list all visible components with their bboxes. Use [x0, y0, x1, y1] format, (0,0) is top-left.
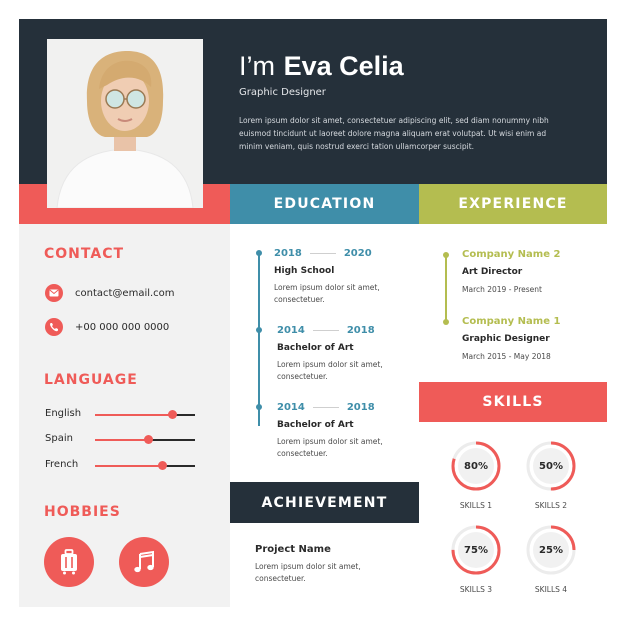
- achievement-title: Project Name: [255, 544, 331, 555]
- contact-email-row: contact@email.com: [45, 284, 175, 302]
- experience-timeline: [445, 255, 447, 323]
- language-level-knob: [167, 410, 177, 419]
- email-icon: [45, 284, 63, 302]
- profile-photo-illustration: [47, 39, 203, 208]
- full-name: Eva Celia: [283, 51, 404, 81]
- language-level-fill: [95, 465, 162, 467]
- skill-value: 75%: [464, 544, 488, 556]
- year-dash: [312, 330, 339, 331]
- education-years: 2014 2018: [277, 325, 375, 336]
- education-years: 2014 2018: [277, 402, 375, 413]
- education-start-year: 2014: [277, 402, 305, 413]
- experience-heading: EXPERIENCE: [419, 184, 607, 224]
- hobby-travel: [44, 537, 94, 587]
- hero-title: I’m Eva Celia: [239, 51, 404, 82]
- contact-heading: CONTACT: [44, 246, 125, 262]
- skill-label: SKILLS 2: [534, 501, 568, 510]
- education-dot: [256, 327, 262, 333]
- language-row: English: [45, 408, 205, 422]
- experience-company: Company Name 2: [462, 249, 561, 260]
- language-name: English: [45, 408, 82, 419]
- experience-dates: March 2015 - May 2018: [462, 352, 551, 361]
- year-dash: [309, 253, 336, 254]
- language-heading: LANGUAGE: [44, 372, 138, 388]
- job-title: Graphic Designer: [239, 87, 326, 98]
- education-degree: Bachelor of Art: [277, 420, 354, 430]
- experience-dates: March 2019 - Present: [462, 285, 542, 294]
- education-description: Lorem ipsum dolor sit amet, consectetuer…: [277, 360, 383, 381]
- education-end-year: 2018: [346, 325, 375, 336]
- language-name: French: [45, 459, 79, 470]
- music-note-icon: [134, 550, 154, 573]
- experience-dot: [443, 252, 449, 258]
- education-timeline: [258, 254, 260, 426]
- skill-gauge: 25%: [525, 524, 577, 576]
- skill-value: 80%: [464, 460, 488, 472]
- luggage-icon: [61, 549, 77, 575]
- greeting: I’m: [239, 51, 275, 81]
- resume-page: I’m Eva Celia Graphic Designer Lorem ips…: [19, 19, 607, 607]
- language-level-fill: [95, 414, 172, 416]
- phone-text: +00 000 000 0000: [75, 321, 170, 333]
- hobbies-heading: HOBBIES: [44, 504, 121, 520]
- experience-role: Graphic Designer: [462, 334, 550, 344]
- skill-label: SKILLS 1: [459, 501, 493, 510]
- education-start-year: 2014: [277, 325, 305, 336]
- email-text: contact@email.com: [75, 287, 175, 299]
- profile-photo: [47, 39, 203, 208]
- education-dot: [256, 250, 262, 256]
- language-row: Spain: [45, 433, 205, 447]
- education-start-year: 2018: [274, 248, 302, 259]
- bio-text: Lorem ipsum dolor sit amet, consectetuer…: [239, 116, 549, 151]
- achievement-heading: ACHIEVEMENT: [230, 482, 419, 523]
- skill-label: SKILLS 4: [534, 585, 568, 594]
- education-end-year: 2020: [343, 248, 372, 259]
- education-description: Lorem ipsum dolor sit amet, consectetuer…: [274, 283, 380, 304]
- skill-value: 25%: [539, 544, 563, 556]
- experience-role: Art Director: [462, 267, 523, 277]
- education-heading: EDUCATION: [230, 184, 419, 224]
- education-dot: [256, 404, 262, 410]
- achievement-desc: Lorem ipsum dolor sit amet, consectetuer…: [255, 562, 361, 583]
- year-dash: [312, 407, 339, 408]
- skill-gauge: 75%: [450, 524, 502, 576]
- language-row: French: [45, 459, 205, 473]
- education-degree: Bachelor of Art: [277, 343, 354, 353]
- language-name: Spain: [45, 433, 73, 444]
- education-years: 2018 2020: [274, 248, 372, 259]
- skill-label: SKILLS 3: [459, 585, 493, 594]
- education-degree: High School: [274, 266, 335, 276]
- education-end-year: 2018: [346, 402, 375, 413]
- skills-heading: SKILLS: [419, 382, 607, 422]
- skill-gauge: 50%: [525, 440, 577, 492]
- skill-gauge: 80%: [450, 440, 502, 492]
- contact-phone-row: +00 000 000 0000: [45, 318, 169, 336]
- experience-dot: [443, 319, 449, 325]
- experience-company: Company Name 1: [462, 316, 561, 327]
- language-level-fill: [95, 439, 148, 441]
- language-level-track: [95, 461, 195, 470]
- phone-icon: [45, 318, 63, 336]
- language-level-knob: [143, 435, 153, 444]
- language-level-track: [95, 435, 195, 444]
- skill-value: 50%: [539, 460, 563, 472]
- education-description: Lorem ipsum dolor sit amet, consectetuer…: [277, 437, 383, 458]
- language-level-knob: [157, 461, 167, 470]
- language-level-track: [95, 410, 195, 419]
- hobby-music: [119, 537, 169, 587]
